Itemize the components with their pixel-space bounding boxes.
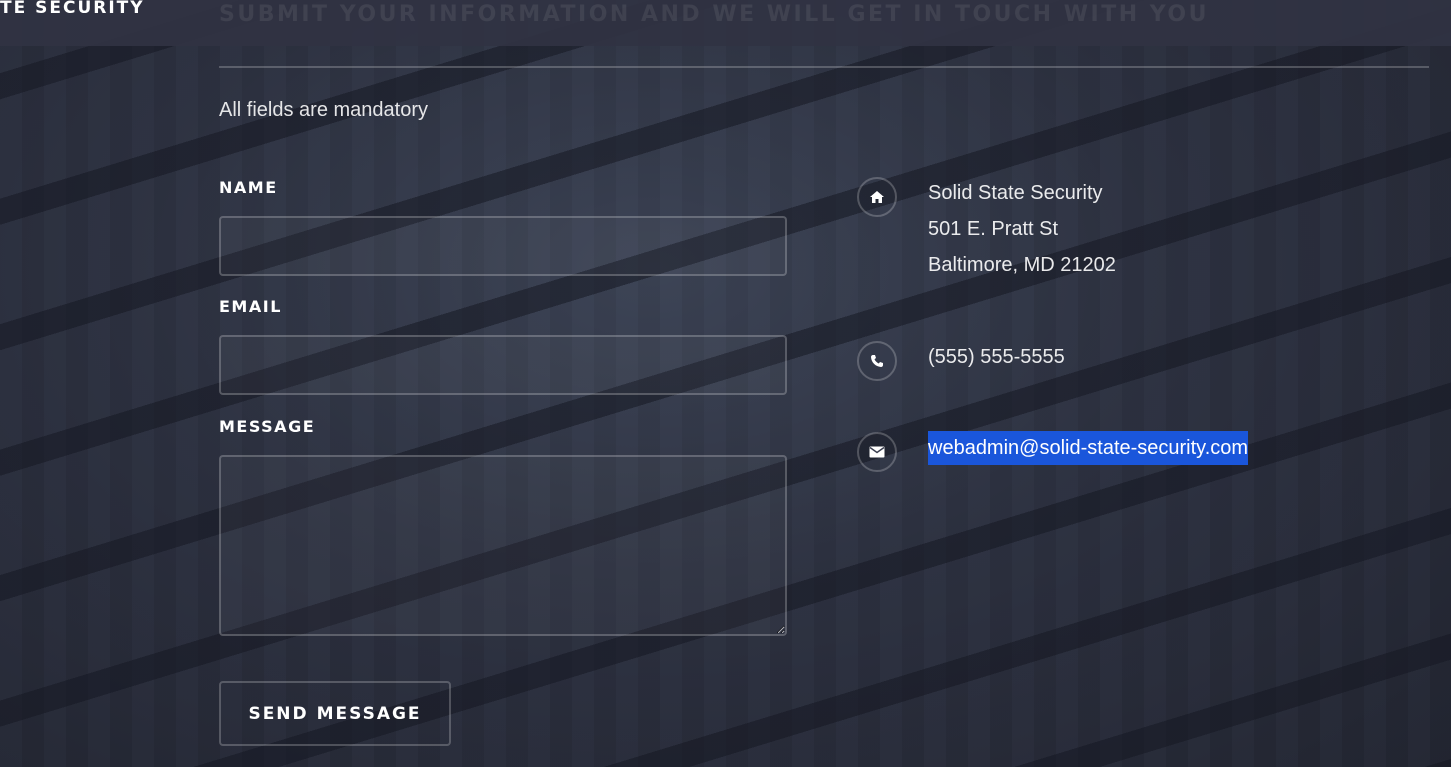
address-block: Solid State Security 501 E. Pratt St Bal… [928, 175, 1116, 283]
email-link[interactable]: webadmin@solid-state-security.com [928, 431, 1249, 465]
address-line-company: Solid State Security [928, 182, 1103, 204]
section-heading: SUBMIT YOUR INFORMATION AND WE WILL GET … [219, 2, 1209, 27]
address-line-street: 501 E. Pratt St [928, 218, 1059, 240]
home-icon [857, 177, 897, 217]
email-input[interactable] [219, 335, 787, 395]
name-input[interactable] [219, 216, 787, 276]
site-brand[interactable]: TE SECURITY [0, 0, 145, 18]
address-line-city: Baltimore, MD 21202 [928, 254, 1116, 276]
message-label: MESSAGE [219, 417, 316, 436]
envelope-icon [857, 432, 897, 472]
phone-number[interactable]: (555) 555-5555 [928, 339, 1065, 375]
phone-icon [857, 341, 897, 381]
form-note: All fields are mandatory [219, 99, 428, 121]
send-message-button[interactable]: SEND MESSAGE [219, 681, 451, 746]
name-label: NAME [219, 178, 278, 197]
section-divider [219, 66, 1429, 68]
message-textarea[interactable] [219, 455, 787, 636]
top-header: TE SECURITY SUBMIT YOUR INFORMATION AND … [0, 0, 1451, 46]
email-label: EMAIL [219, 297, 282, 316]
